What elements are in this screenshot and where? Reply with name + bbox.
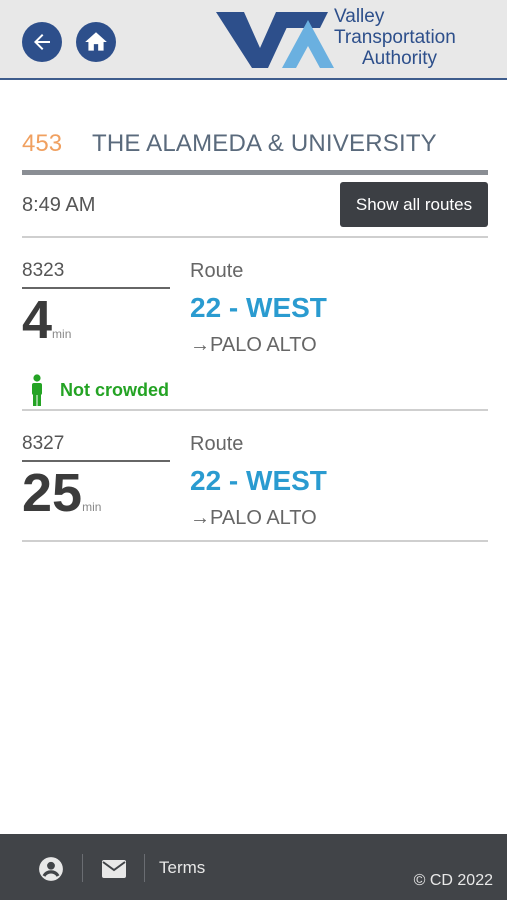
terms-link[interactable]: Terms <box>159 858 205 878</box>
home-icon <box>85 32 107 51</box>
home-button[interactable] <box>76 22 116 62</box>
time-row: 8:49 AM Show all routes <box>22 182 488 228</box>
destination: →PALO ALTO <box>190 334 317 356</box>
minutes-value: 25 <box>22 463 83 523</box>
logo-line-3: Authority <box>362 48 437 69</box>
stop-name: THE ALAMEDA & UNIVERSITY <box>92 130 437 157</box>
minutes-unit: min <box>82 500 102 514</box>
bus-number: 8327 <box>22 433 65 454</box>
divider <box>22 236 488 238</box>
bus-number-underline <box>22 287 170 289</box>
route-name: 22 - WEST <box>190 292 327 323</box>
route-name: 22 - WEST <box>190 465 327 496</box>
logo-line-1: Valley <box>334 6 385 27</box>
arrival-card[interactable]: 8323 4min Route 22 - WEST →PALO ALTO Not… <box>22 260 488 406</box>
divider <box>22 540 488 542</box>
minutes-unit: min <box>52 327 72 341</box>
current-time: 8:49 AM <box>22 194 96 216</box>
title-divider <box>22 170 488 175</box>
account-circle-icon[interactable] <box>38 856 64 882</box>
minutes-value: 4 <box>22 290 53 350</box>
route-label: Route <box>190 433 244 455</box>
arrival-card[interactable]: 8327 25min Route 22 - WEST →PALO ALTO <box>22 433 488 537</box>
copyright: © CD 2022 <box>413 872 493 889</box>
minutes-until-arrival: 4min <box>22 290 71 364</box>
footer-separator <box>82 854 83 882</box>
stop-title: 453 THE ALAMEDA & UNIVERSITY <box>22 126 488 166</box>
stop-id: 453 <box>22 130 63 157</box>
crowding-label: Not crowded <box>60 379 170 400</box>
logo-line-2: Transportation <box>334 27 456 48</box>
arrow-left-icon <box>34 34 50 50</box>
back-button[interactable] <box>22 22 62 62</box>
bus-number-underline <box>22 460 170 462</box>
minutes-until-arrival: 25min <box>22 463 101 537</box>
app-header: Valley Transportation Authority <box>0 0 507 80</box>
route-label: Route <box>190 260 244 282</box>
app-footer: Terms © CD 2022 <box>0 834 507 900</box>
destination: →PALO ALTO <box>190 507 317 529</box>
footer-separator <box>144 854 145 882</box>
mail-icon[interactable] <box>101 858 127 880</box>
person-icon <box>32 374 42 406</box>
crowding-status: Not crowded <box>30 374 169 406</box>
divider <box>22 409 488 411</box>
bus-number: 8323 <box>22 260 65 281</box>
show-all-routes-button[interactable]: Show all routes <box>340 182 488 227</box>
logo-wordmark: Valley Transportation Authority <box>334 6 456 69</box>
